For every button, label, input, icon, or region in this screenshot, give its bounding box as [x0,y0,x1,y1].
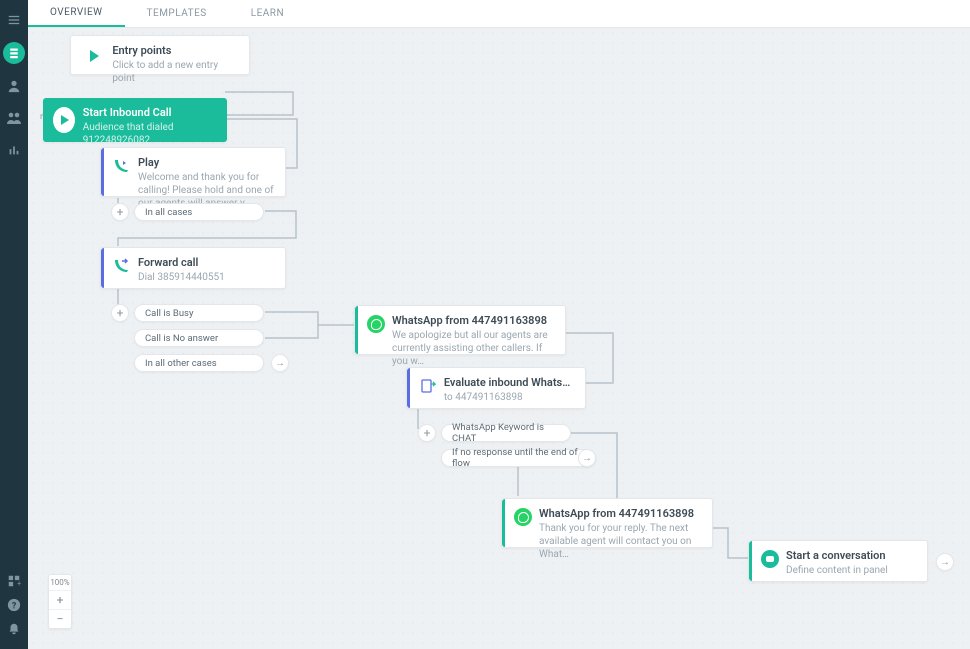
analytics-icon[interactable] [4,140,24,160]
flow-canvas[interactable]: Entry points Click to add a new entry po… [28,28,970,649]
branch-in-all-cases[interactable]: In all cases [134,203,264,221]
add-branch-button[interactable]: + [111,304,129,322]
start-inbound-call-node[interactable]: Start Inbound Call Audience that dialed … [43,98,227,142]
whatsapp-message-node-2[interactable]: WhatsApp from 447491163898 Thank you for… [501,498,713,548]
user-icon[interactable] [4,76,24,96]
branch-label: Call is Busy [145,308,193,319]
add-branch-button[interactable]: + [418,424,436,442]
branch-expand-button[interactable]: → [271,354,289,372]
branch-label: WhatsApp Keyword is CHAT [452,422,560,444]
branch-label: In all other cases [145,358,217,369]
wa1-sub: We apologize but all our agents are curr… [392,329,550,368]
play-icon [83,45,104,67]
conversation-icon [760,549,780,569]
zoom-control: 100% + − [48,574,72,629]
whatsapp-icon [366,314,386,334]
branch-keyword-chat[interactable]: WhatsApp Keyword is CHAT [441,424,571,442]
hamburger-icon[interactable] [4,10,24,30]
play-node[interactable]: Play Welcome and thank you for calling! … [100,147,286,197]
left-rail: + ? [0,0,28,649]
play-icon [53,107,75,133]
eval-sub: to 447491163898 [444,391,575,404]
tab-learn[interactable]: LEARN [229,0,306,27]
wa2-title: WhatsApp from 447491163898 [539,507,697,520]
forward-sub: Dial 385914440551 [138,271,225,284]
rail-bottom-group: + ? [4,567,24,649]
tab-templates[interactable]: TEMPLATES [125,0,229,27]
branch-in-all-other-cases[interactable]: In all other cases [134,354,264,372]
tab-overview[interactable]: OVERVIEW [28,0,125,27]
wa1-title: WhatsApp from 447491163898 [392,314,550,327]
whatsapp-message-node-1[interactable]: WhatsApp from 447491163898 We apologize … [354,305,566,355]
eval-title: Evaluate inbound WhatsApp [444,376,575,389]
whatsapp-icon [513,507,533,527]
svg-text:+: + [17,580,21,588]
branch-no-response[interactable]: If no response until the end of flow [441,449,596,467]
users-icon[interactable] [4,108,24,128]
start-sub: Audience that dialed 912248926082 [83,121,217,147]
branch-label: Call is No answer [145,333,218,344]
play-title: Play [138,156,274,169]
node-expand-button[interactable]: → [936,553,954,571]
entry-sub: Click to add a new entry point [112,59,239,85]
conv-title: Start a conversation [786,549,888,562]
evaluate-whatsapp-node[interactable]: Evaluate inbound WhatsApp to 44749116389… [406,367,586,409]
branch-call-no-answer[interactable]: Call is No answer [134,329,264,347]
help-icon[interactable]: ? [4,595,24,615]
zoom-percent: 100% [49,575,71,591]
top-tabs: OVERVIEW TEMPLATES LEARN [28,0,970,28]
evaluate-icon [418,376,438,396]
wa2-sub: Thank you for your reply. The next avail… [539,522,697,561]
svg-text:?: ? [12,602,17,612]
forward-call-node[interactable]: Forward call Dial 385914440551 [100,247,286,289]
branch-expand-button[interactable]: → [578,449,596,467]
phone-forward-icon [112,256,132,276]
start-conversation-node[interactable]: Start a conversation Define content in p… [748,540,928,582]
start-title: Start Inbound Call [83,106,217,119]
branch-label: In all cases [145,207,192,218]
zoom-in-button[interactable]: + [49,591,71,609]
bell-icon[interactable] [4,619,24,639]
branch-call-busy[interactable]: Call is Busy [134,304,264,322]
zoom-out-button[interactable]: − [49,609,71,628]
conv-sub: Define content in panel [786,564,888,577]
forward-title: Forward call [138,256,225,269]
add-branch-button[interactable]: + [111,203,129,221]
entry-title: Entry points [112,44,239,57]
phone-play-icon [112,156,132,176]
flow-icon[interactable] [3,42,25,64]
apps-icon[interactable]: + [4,571,24,591]
branch-label: If no response until the end of flow [452,447,585,469]
entry-points-node[interactable]: Entry points Click to add a new entry po… [70,35,250,75]
